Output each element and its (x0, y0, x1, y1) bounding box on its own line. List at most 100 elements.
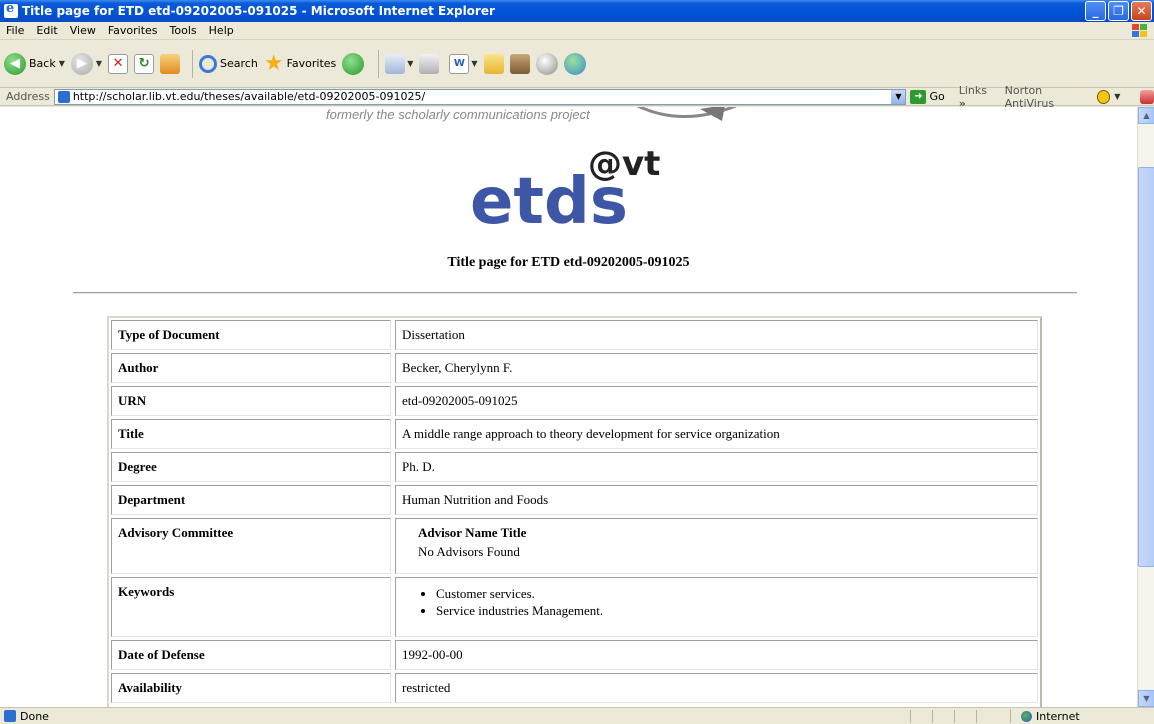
table-row: URN etd-09202005-091025 (111, 386, 1038, 416)
menu-help[interactable]: Help (203, 24, 240, 37)
back-arrow-icon: ◀ (4, 52, 26, 75)
edit-dropdown-icon[interactable]: ▼ (471, 59, 477, 68)
row-value: A middle range approach to theory develo… (395, 419, 1038, 449)
row-value: Advisor Name Title No Advisors Found (395, 518, 1038, 574)
translate-icon[interactable] (1140, 89, 1154, 104)
toolbar: ◀ Back ▼ ▶ ▼ ✕ ↻ Search ★ Favorites ▼ W … (0, 40, 1154, 88)
menu-edit[interactable]: Edit (30, 24, 63, 37)
favorites-label: Favorites (286, 57, 337, 70)
page-title: Title page for ETD etd-09202005-091025 (447, 255, 690, 270)
go-label: Go (929, 90, 945, 103)
search-button[interactable]: Search (199, 54, 258, 73)
msn-buddy-icon[interactable] (563, 52, 586, 75)
ie-icon (4, 1, 18, 18)
norton-dropdown-icon[interactable]: ▼ (1114, 92, 1120, 101)
row-value: etd-09202005-091025 (395, 386, 1038, 416)
search-icon (199, 54, 218, 73)
scroll-thumb[interactable] (1138, 167, 1154, 567)
scroll-up-icon[interactable]: ▲ (1138, 107, 1154, 124)
row-label: Degree (111, 452, 391, 482)
address-url[interactable]: http://scholar.lib.vt.edu/theses/availab… (73, 90, 425, 103)
back-button[interactable]: ◀ Back ▼ (4, 52, 65, 75)
row-label: URN (111, 386, 391, 416)
etd-metadata-table: Type of Document Dissertation Author Bec… (107, 316, 1042, 707)
norton-label: Norton AntiVirus (1004, 83, 1055, 110)
row-label: Keywords (111, 577, 391, 637)
list-item: Service industries Management. (436, 603, 1031, 619)
globe-icon (1021, 710, 1032, 722)
banner-tagline: formerly the scholarly communications pr… (326, 107, 590, 122)
go-button[interactable]: ➜ Go (910, 89, 945, 104)
messenger-icon[interactable] (535, 52, 558, 75)
status-text: Done (20, 709, 49, 723)
status-bar: Done Internet (0, 707, 1154, 724)
minimize-button[interactable]: _ (1085, 1, 1106, 21)
address-bar: Address http://scholar.lib.vt.edu/theses… (0, 84, 1154, 110)
favorites-button[interactable]: ★ Favorites (263, 50, 337, 76)
windows-logo-icon (1132, 24, 1148, 38)
menu-file[interactable]: File (0, 24, 30, 37)
research-icon[interactable] (509, 53, 530, 74)
norton-toolbar[interactable]: Norton AntiVirus ▼ (1005, 84, 1121, 110)
status-panel (910, 710, 932, 723)
toolbar-separator (378, 49, 380, 78)
toolbar-separator (192, 49, 194, 78)
stop-icon[interactable]: ✕ (108, 53, 129, 74)
menu-favorites[interactable]: Favorites (102, 24, 164, 37)
back-label: Back (29, 57, 56, 70)
row-label: Availability (111, 673, 391, 703)
history-icon[interactable] (342, 52, 365, 75)
links-button[interactable]: Links » (959, 84, 997, 110)
close-button[interactable]: ✕ (1131, 1, 1152, 21)
mail-icon[interactable] (385, 53, 406, 74)
list-item: Customer services. (436, 586, 1031, 602)
row-value: Becker, Cherylynn F. (395, 353, 1038, 383)
table-row: Availability restricted (111, 673, 1038, 703)
search-label: Search (220, 57, 258, 70)
row-label: Title (111, 419, 391, 449)
table-row: Keywords Customer services. Service indu… (111, 577, 1038, 637)
edit-word-icon[interactable]: W (449, 53, 470, 74)
menu-bar: File Edit View Favorites Tools Help (0, 22, 1154, 40)
address-label: Address (6, 90, 50, 103)
address-input[interactable]: http://scholar.lib.vt.edu/theses/availab… (53, 88, 907, 105)
row-value: Dissertation (395, 320, 1038, 350)
menu-view[interactable]: View (64, 24, 102, 37)
row-value: restricted (395, 673, 1038, 703)
table-row: Department Human Nutrition and Foods (111, 485, 1038, 515)
advisor-subheading: Advisor Name Title (418, 525, 527, 540)
page-viewport: formerly the scholarly communications pr… (0, 107, 1137, 707)
address-dropdown-icon[interactable]: ▼ (891, 89, 906, 104)
row-label: Date of Defense (111, 640, 391, 670)
norton-icon (1096, 89, 1111, 104)
status-panel (932, 710, 954, 723)
print-icon[interactable] (419, 53, 440, 74)
etds-logo: etds @vt (470, 144, 660, 235)
page-done-icon (4, 710, 16, 722)
links-label: Links (958, 83, 987, 97)
title-bar[interactable]: Title page for ETD etd-09202005-091025 -… (0, 0, 1154, 22)
folder-icon[interactable] (483, 53, 504, 74)
browser-window: Title page for ETD etd-09202005-091025 -… (0, 0, 1154, 724)
forward-button[interactable]: ▶ ▼ (70, 52, 102, 75)
back-dropdown-icon[interactable]: ▼ (59, 59, 65, 68)
maximize-button[interactable]: ❐ (1108, 1, 1129, 21)
row-label: Advisory Committee (111, 518, 391, 574)
logo-superscript: @vt (588, 144, 660, 184)
home-icon[interactable] (160, 53, 181, 74)
menu-tools[interactable]: Tools (164, 24, 203, 37)
forward-dropdown-icon[interactable]: ▼ (96, 59, 102, 68)
table-row: Title A middle range approach to theory … (111, 419, 1038, 449)
vertical-scrollbar[interactable]: ▲ ▼ (1137, 107, 1154, 707)
table-row: Advisory Committee Advisor Name Title No… (111, 518, 1038, 574)
keyword-list: Customer services. Service industries Ma… (402, 586, 1031, 619)
row-label: Department (111, 485, 391, 515)
refresh-icon[interactable]: ↻ (134, 53, 155, 74)
horizontal-divider (73, 292, 1077, 294)
mail-dropdown-icon[interactable]: ▼ (407, 59, 413, 68)
row-value: Customer services. Service industries Ma… (395, 577, 1038, 637)
security-zone: Internet (1010, 709, 1080, 723)
advisor-value: No Advisors Found (418, 544, 520, 559)
scroll-down-icon[interactable]: ▼ (1138, 690, 1154, 707)
star-icon: ★ (263, 50, 284, 76)
